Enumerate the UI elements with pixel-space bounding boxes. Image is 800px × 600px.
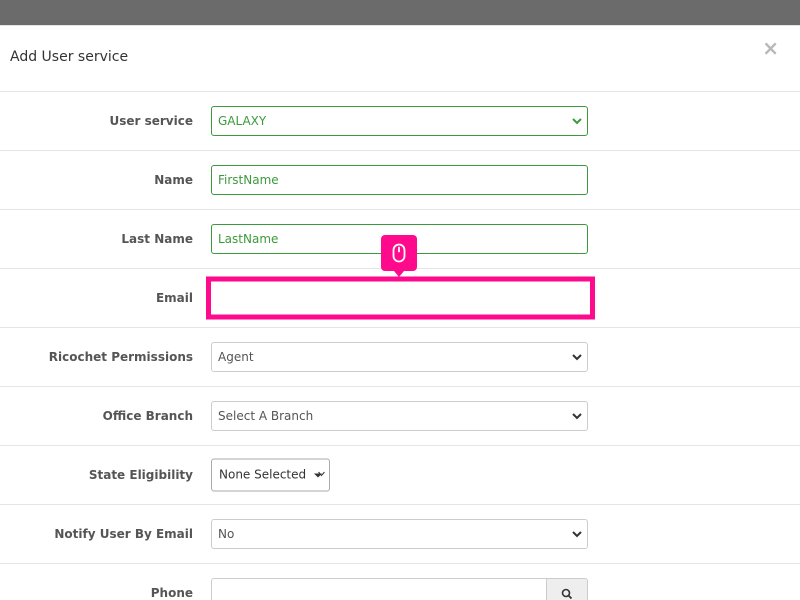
chevron-down-icon [572, 116, 582, 126]
phone-search-button[interactable] [547, 578, 588, 600]
notify-user-by-email-row: Notify User By Email No [0, 505, 800, 564]
phone-input[interactable] [211, 578, 547, 600]
chevron-down-icon [572, 529, 582, 539]
last-name-placeholder: LastName [218, 232, 279, 246]
page-backdrop [0, 0, 800, 25]
ricochet-permissions-row: Ricochet Permissions Agent [0, 328, 800, 387]
notify-user-by-email-select[interactable]: No [211, 519, 588, 549]
phone-row: Phone [0, 564, 800, 600]
mouse-icon [392, 243, 406, 263]
user-service-value: GALAXY [218, 114, 267, 128]
email-input[interactable] [206, 276, 595, 320]
chevron-down-icon [572, 411, 582, 421]
chevron-down-icon [318, 458, 325, 489]
email-label: Email [155, 291, 193, 305]
user-service-select[interactable]: GALAXY [211, 106, 588, 136]
notify-user-by-email-label: Notify User By Email [54, 527, 193, 541]
state-eligibility-row: State Eligibility None Selected [0, 446, 800, 505]
add-user-service-modal: Add User service × User service GALAXY N… [0, 25, 800, 600]
mouse-click-indicator [381, 235, 417, 277]
last-name-label: Last Name [121, 232, 193, 246]
user-service-row: User service GALAXY [0, 92, 800, 151]
state-eligibility-multiselect[interactable]: None Selected [211, 458, 330, 492]
modal-header: Add User service × [0, 26, 800, 92]
ricochet-permissions-label: Ricochet Permissions [48, 350, 193, 364]
ricochet-permissions-select[interactable]: Agent [211, 342, 588, 372]
name-label: Name [154, 173, 193, 187]
office-branch-select[interactable]: Select A Branch [211, 401, 588, 431]
state-eligibility-value: None Selected [219, 467, 307, 482]
search-icon [561, 588, 573, 600]
office-branch-row: Office Branch Select A Branch [0, 387, 800, 446]
state-eligibility-label: State Eligibility [88, 468, 193, 482]
name-input[interactable]: FirstName [211, 165, 588, 195]
name-row: Name FirstName [0, 151, 800, 210]
close-button[interactable]: × [762, 38, 779, 58]
notify-user-by-email-value: No [218, 527, 235, 541]
modal-title: Add User service [10, 49, 129, 65]
office-branch-value: Select A Branch [218, 409, 314, 423]
email-row: Email [0, 269, 800, 328]
name-placeholder: FirstName [218, 173, 279, 187]
chevron-down-icon [572, 352, 582, 362]
user-service-label: User service [109, 114, 193, 128]
office-branch-label: Office Branch [102, 409, 193, 423]
phone-label: Phone [150, 586, 193, 600]
ricochet-permissions-value: Agent [218, 350, 254, 364]
